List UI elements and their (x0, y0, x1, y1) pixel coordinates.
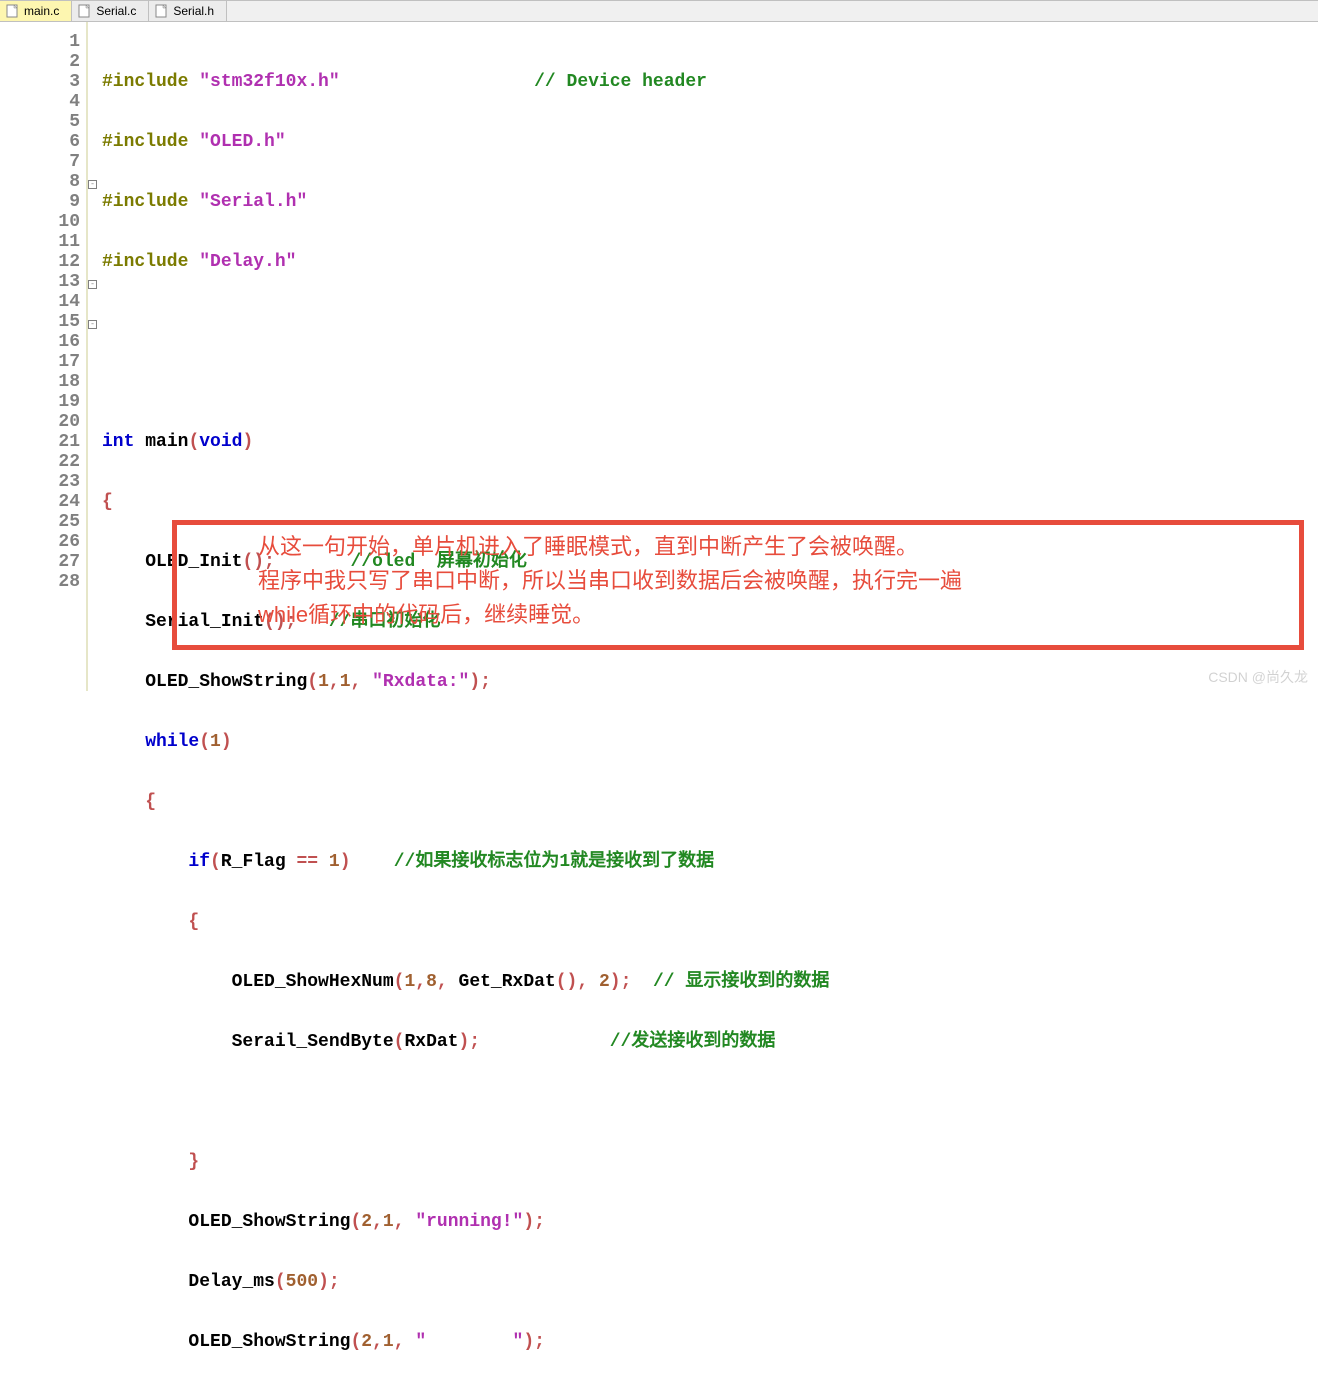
line-number: 5 (0, 112, 80, 132)
code-line: { (102, 792, 1318, 812)
line-number: 27 (0, 552, 80, 572)
code-line: { (102, 912, 1318, 932)
file-c-icon (78, 4, 92, 18)
code-line (102, 372, 1318, 392)
line-number: 15 (0, 312, 80, 332)
line-number: 22 (0, 452, 80, 472)
fold-toggle-icon[interactable]: - (88, 280, 97, 289)
code-line: #include "Delay.h" (102, 252, 1318, 272)
code-area[interactable]: #include "stm32f10x.h" // Device header … (98, 22, 1318, 691)
file-h-icon (155, 4, 169, 18)
tab-label: main.c (24, 4, 59, 18)
code-line (102, 1092, 1318, 1112)
code-line: if(R_Flag == 1) //如果接收标志位为1就是接收到了数据 (102, 852, 1318, 872)
code-line: OLED_ShowString(2,1, " "); (102, 1332, 1318, 1352)
code-line: #include "Serial.h" (102, 192, 1318, 212)
tab-bar: main.c Serial.c Serial.h (0, 0, 1318, 22)
code-line: OLED_ShowHexNum(1,8, Get_RxDat(), 2); //… (102, 972, 1318, 992)
line-number: 2 (0, 52, 80, 72)
line-number: 24 (0, 492, 80, 512)
line-number: 6 (0, 132, 80, 152)
code-line: Serail_SendByte(RxDat); //发送接收到的数据 (102, 1032, 1318, 1052)
line-number: 20 (0, 412, 80, 432)
code-line: #include "stm32f10x.h" // Device header (102, 72, 1318, 92)
line-number: 23 (0, 472, 80, 492)
code-line: while(1) (102, 732, 1318, 752)
line-number: 1 (0, 32, 80, 52)
tab-main-c[interactable]: main.c (0, 1, 72, 21)
line-number: 4 (0, 92, 80, 112)
line-number: 11 (0, 232, 80, 252)
line-number: 19 (0, 392, 80, 412)
line-number: 8 (0, 172, 80, 192)
line-number: 12 (0, 252, 80, 272)
tab-label: Serial.c (96, 4, 136, 18)
line-number: 3 (0, 72, 80, 92)
code-line: int main(void) (102, 432, 1318, 452)
code-line: Delay_ms(500); (102, 1272, 1318, 1292)
line-number: 25 (0, 512, 80, 532)
fold-toggle-icon[interactable]: - (88, 180, 97, 189)
line-number: 18 (0, 372, 80, 392)
line-number: 10 (0, 212, 80, 232)
line-number: 7 (0, 152, 80, 172)
line-number: 28 (0, 572, 80, 592)
code-line: } (102, 1152, 1318, 1172)
line-number: 16 (0, 332, 80, 352)
line-number-gutter: 1234567891011121314151617181920212223242… (0, 22, 88, 691)
watermark: CSDN @尚久龙 (1208, 667, 1308, 687)
code-line (102, 312, 1318, 332)
code-editor[interactable]: 1234567891011121314151617181920212223242… (0, 22, 1318, 691)
code-line: Serial_Init(); //串口初始化 (102, 612, 1318, 632)
line-number: 26 (0, 532, 80, 552)
code-line: OLED_ShowString(1,1, "Rxdata:"); (102, 672, 1318, 692)
line-number: 14 (0, 292, 80, 312)
code-line: OLED_ShowString(2,1, "running!"); (102, 1212, 1318, 1232)
fold-toggle-icon[interactable]: - (88, 320, 97, 329)
tab-serial-h[interactable]: Serial.h (149, 1, 227, 21)
tab-label: Serial.h (173, 4, 214, 18)
tab-serial-c[interactable]: Serial.c (72, 1, 149, 21)
code-line: OLED_Init(); //oled 屏幕初始化 (102, 552, 1318, 572)
code-line: #include "OLED.h" (102, 132, 1318, 152)
code-line: { (102, 492, 1318, 512)
line-number: 17 (0, 352, 80, 372)
line-number: 21 (0, 432, 80, 452)
file-c-icon (6, 4, 20, 18)
fold-column: - - - (88, 22, 98, 691)
line-number: 13 (0, 272, 80, 292)
line-number: 9 (0, 192, 80, 212)
